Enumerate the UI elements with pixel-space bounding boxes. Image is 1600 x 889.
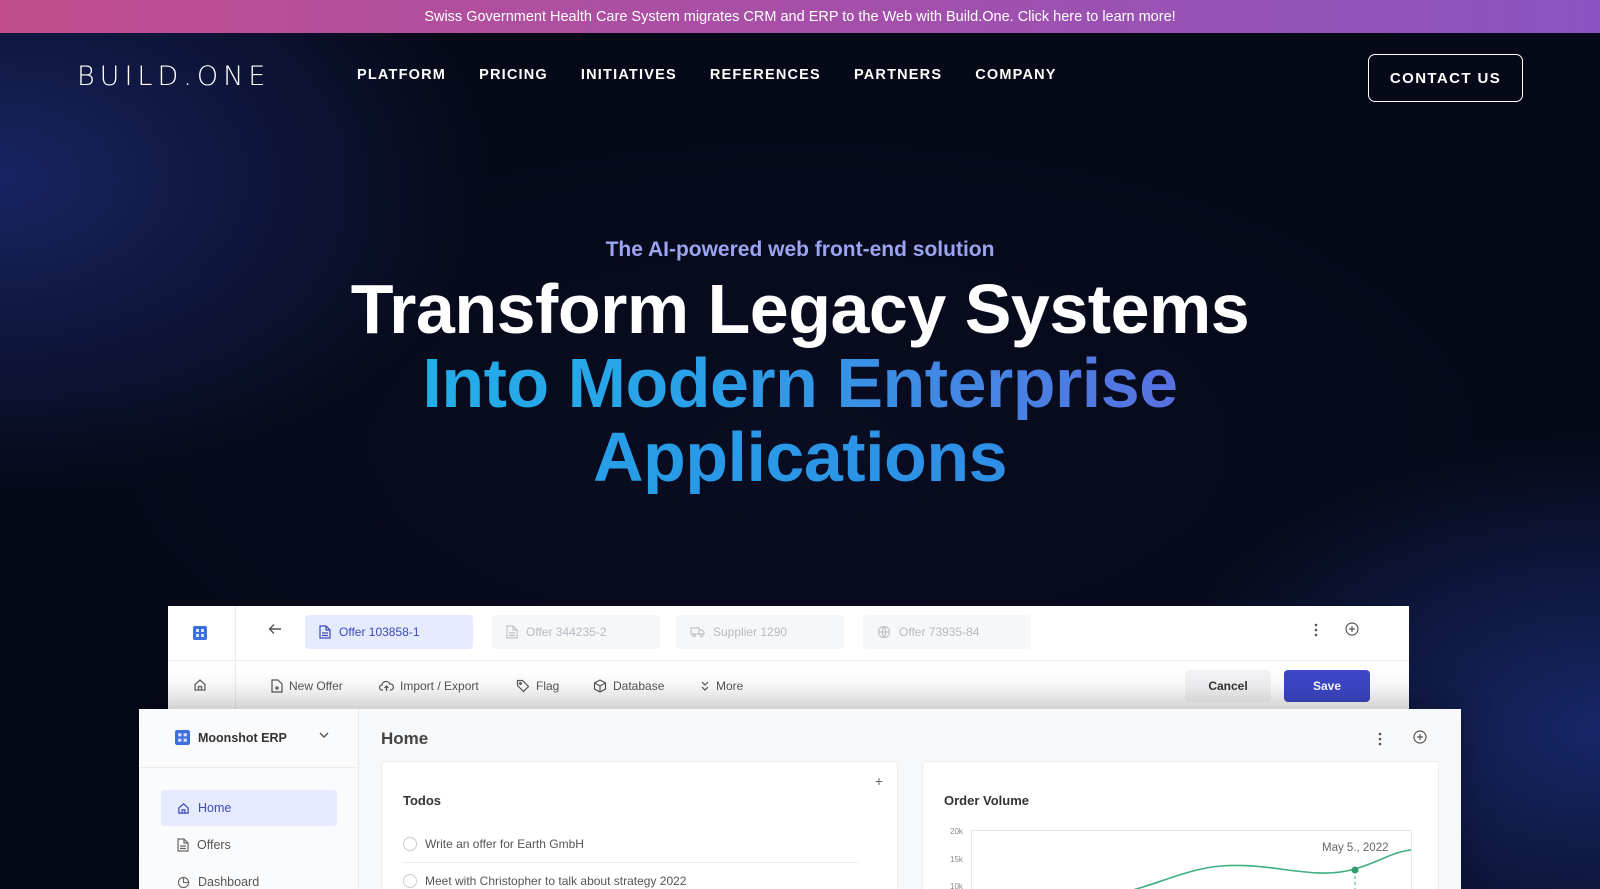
logo[interactable]: BUILD.ONE: [77, 61, 270, 92]
chevron-down-icon: [319, 732, 329, 738]
tab-offer-344235-2[interactable]: Offer 344235-2: [492, 615, 660, 649]
order-volume-line: [1133, 849, 1412, 889]
app-window-toolbar: Offer 103858-1 Offer 344235-2 Supplier 1…: [168, 606, 1409, 716]
chart-frame: [971, 830, 1412, 889]
document-icon: [319, 625, 331, 639]
sidebar-item-label: Dashboard: [198, 875, 260, 889]
chevrons-down-icon: [701, 681, 709, 691]
cube-icon: [593, 679, 607, 693]
workspace-logo-icon: [175, 730, 190, 745]
nav-partners[interactable]: PARTNERS: [854, 67, 942, 83]
nav-company[interactable]: COMPANY: [975, 67, 1056, 83]
highlight-date-label: May 5., 2022: [1322, 842, 1389, 854]
workspace-switcher[interactable]: Moonshot ERP: [175, 730, 329, 745]
tab-label: Offer 73935-84: [899, 625, 980, 639]
more-label: More: [716, 679, 744, 693]
todos-card: Todos + Write an offer for Earth GmbH Me…: [381, 761, 898, 889]
todos-title: Todos: [403, 793, 442, 808]
nav-initiatives[interactable]: INITIATIVES: [581, 67, 677, 83]
add-todo-button[interactable]: +: [875, 773, 883, 789]
nav-pricing[interactable]: PRICING: [479, 67, 548, 83]
site-header: BUILD.ONE PLATFORM PRICING INITIATIVES R…: [0, 33, 1600, 123]
app-window-content: Moonshot ERP Home Offers Dashboard Home …: [139, 709, 1461, 889]
tab-label: Offer 103858-1: [339, 625, 420, 639]
todo-divider: [403, 862, 859, 863]
tab-label: Supplier 1290: [713, 625, 788, 639]
order-volume-chart: [971, 830, 1412, 889]
kebab-menu-icon[interactable]: [1314, 623, 1318, 642]
tab-offer-103858-1[interactable]: Offer 103858-1: [305, 615, 473, 649]
kebab-menu-icon[interactable]: [1378, 732, 1382, 751]
tab-label: Offer 344235-2: [526, 625, 607, 639]
announcement-banner[interactable]: Swiss Government Health Care System migr…: [0, 0, 1600, 33]
home-icon[interactable]: [193, 678, 207, 697]
database-label: Database: [613, 679, 665, 693]
sidebar-divider: [139, 767, 359, 768]
nav-platform[interactable]: PLATFORM: [357, 67, 446, 83]
truck-icon: [690, 627, 705, 638]
headline-line-2: Into Modern Enterprise: [0, 346, 1600, 420]
todo-item[interactable]: Write an offer for Earth GmbH: [403, 837, 584, 851]
sidebar-item-label: Home: [198, 801, 232, 815]
order-volume-title: Order Volume: [944, 793, 1030, 808]
tab-offer-73935-84[interactable]: Offer 73935-84: [863, 615, 1031, 649]
app-sidebar: Moonshot ERP Home Offers Dashboard: [139, 709, 359, 889]
tag-icon: [516, 679, 530, 693]
flag-button[interactable]: Flag: [516, 679, 559, 693]
tab-supplier-1290[interactable]: Supplier 1290: [676, 615, 844, 649]
flag-label: Flag: [536, 679, 560, 693]
todo-text: Meet with Christopher to talk about stra…: [425, 874, 687, 888]
headline-line-1: Transform Legacy Systems: [350, 270, 1250, 348]
save-button[interactable]: Save: [1284, 670, 1370, 702]
new-offer-label: New Offer: [289, 679, 343, 693]
y-tick-10k: 10k: [950, 882, 963, 889]
document-icon: [177, 838, 189, 852]
home-icon: [178, 802, 189, 814]
cancel-button[interactable]: Cancel: [1185, 670, 1271, 702]
more-button[interactable]: More: [700, 679, 743, 693]
headline-line-3: Applications: [0, 420, 1600, 494]
app-logo-icon[interactable]: [193, 626, 207, 645]
database-button[interactable]: Database: [593, 679, 664, 693]
y-tick-15k: 15k: [950, 855, 963, 864]
add-widget-icon[interactable]: [1413, 730, 1427, 749]
sidebar-item-home[interactable]: Home: [161, 790, 337, 826]
todo-checkbox[interactable]: [403, 874, 417, 888]
contact-us-button[interactable]: CONTACT US: [1368, 54, 1523, 102]
todo-text: Write an offer for Earth GmbH: [425, 837, 584, 851]
new-offer-button[interactable]: New Offer: [271, 679, 343, 693]
main-nav: PLATFORM PRICING INITIATIVES REFERENCES …: [357, 67, 1090, 83]
y-tick-20k: 20k: [950, 827, 963, 836]
hero-eyebrow: The AI-powered web front-end solution: [605, 238, 995, 261]
todo-checkbox[interactable]: [403, 837, 417, 851]
toolbar-divider: [168, 660, 1409, 661]
workspace-name: Moonshot ERP: [198, 730, 287, 745]
hero-headline: Transform Legacy Systems Into Modern Ent…: [0, 272, 1600, 494]
sidebar-item-label: Offers: [197, 838, 231, 852]
highlight-point: [1351, 866, 1359, 874]
add-tab-icon[interactable]: [1345, 622, 1359, 641]
document-icon: [506, 625, 518, 639]
import-export-button[interactable]: Import / Export: [379, 679, 479, 693]
pie-chart-icon: [177, 876, 190, 888]
new-document-icon: [271, 679, 283, 693]
app-rail: [168, 606, 236, 716]
nav-references[interactable]: REFERENCES: [710, 67, 821, 83]
todo-item[interactable]: Meet with Christopher to talk about stra…: [403, 874, 686, 888]
order-volume-card: Order Volume 20k 15k 10k May 5., 2022: [922, 761, 1439, 889]
sidebar-item-offers[interactable]: Offers: [161, 827, 337, 863]
import-export-label: Import / Export: [400, 679, 479, 693]
page-title: Home: [381, 729, 429, 748]
globe-icon: [877, 625, 891, 639]
sidebar-item-dashboard[interactable]: Dashboard: [161, 864, 337, 889]
back-arrow-icon[interactable]: [268, 622, 282, 640]
cloud-upload-icon: [379, 680, 394, 691]
